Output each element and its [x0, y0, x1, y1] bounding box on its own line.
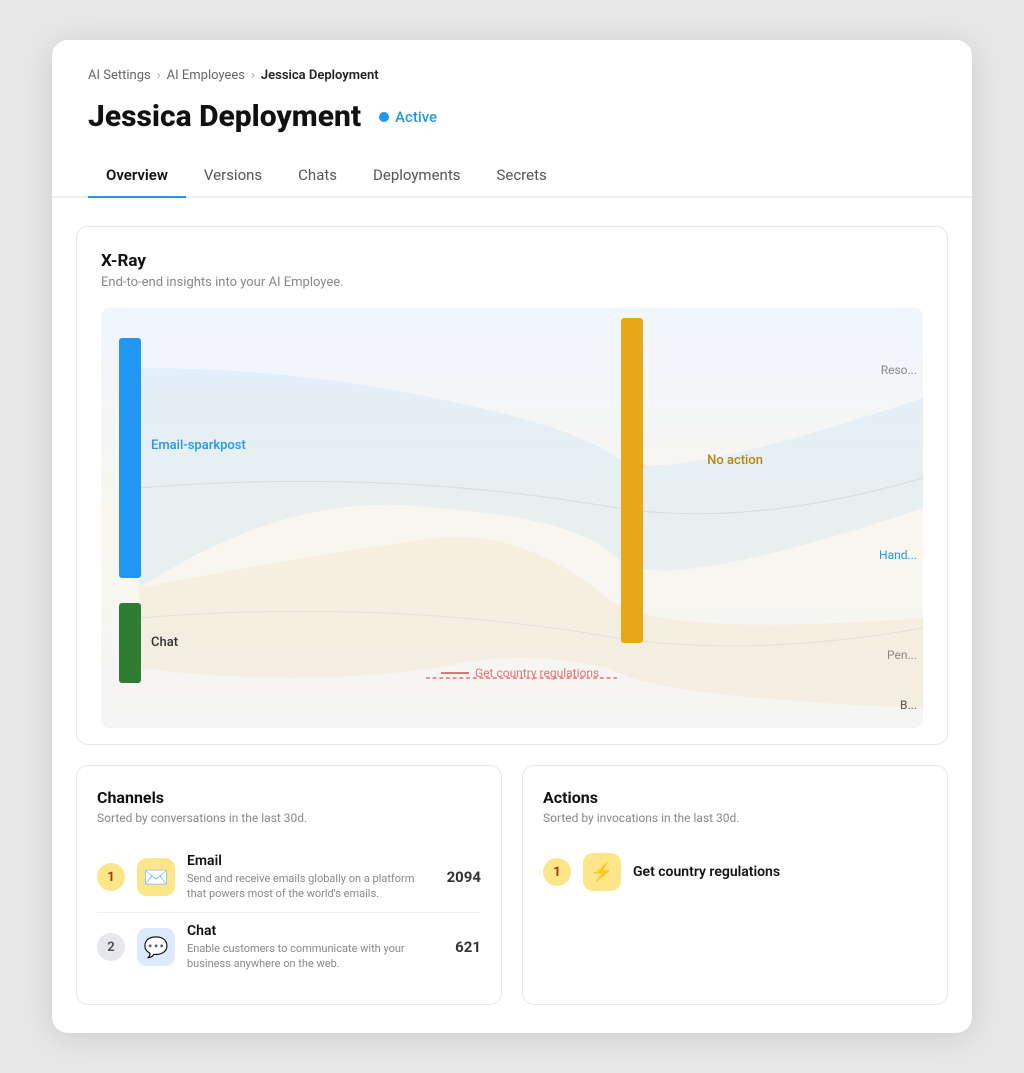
status-badge: Active	[379, 108, 437, 126]
rank-badge-action-1: 1	[543, 858, 571, 886]
bar-label-no-action: No action	[707, 453, 763, 468]
tab-chats[interactable]: Chats	[280, 158, 355, 198]
right-label-pen: Pen...	[887, 648, 917, 662]
status-label: Active	[395, 108, 437, 126]
channel-email-name: Email	[187, 853, 435, 869]
rank-badge-chat: 2	[97, 933, 125, 961]
channel-email-info: Email Send and receive emails globally o…	[187, 853, 435, 902]
channel-icon-chat: 💬	[137, 928, 175, 966]
channel-email-item: 1 ✉️ Email Send and receive emails globa…	[97, 843, 481, 913]
action-get-country: 1 ⚡ Get country regulations	[543, 843, 927, 901]
bar-chat	[119, 603, 141, 683]
channel-chat-info: Chat Enable customers to communicate wit…	[187, 923, 443, 972]
xray-chart-svg	[101, 308, 923, 728]
page-header: Jessica Deployment Active	[52, 93, 972, 134]
channels-subtitle: Sorted by conversations in the last 30d.	[97, 811, 481, 825]
tab-versions[interactable]: Versions	[186, 158, 280, 198]
status-dot	[379, 112, 389, 122]
channels-card: Channels Sorted by conversations in the …	[76, 765, 502, 1005]
tab-deployments[interactable]: Deployments	[355, 158, 478, 198]
bar-no-action	[621, 318, 643, 643]
channel-email-count: 2094	[447, 868, 481, 886]
action-get-country-name: Get country regulations	[633, 864, 780, 880]
rank-badge-email: 1	[97, 863, 125, 891]
lightning-icon: ⚡	[591, 862, 613, 883]
page-title: Jessica Deployment	[88, 99, 361, 134]
channel-email-desc: Send and receive emails globally on a pl…	[187, 871, 435, 902]
email-icon: ✉️	[144, 865, 169, 889]
tab-secrets[interactable]: Secrets	[478, 158, 564, 198]
channels-title: Channels	[97, 788, 481, 807]
country-regulations-label: Get country regulations	[441, 666, 599, 680]
breadcrumb: AI Settings › AI Employees › Jessica Dep…	[52, 40, 972, 93]
country-line	[441, 672, 469, 674]
right-label-reso: Reso...	[881, 363, 917, 377]
xray-subtitle: End-to-end insights into your AI Employe…	[101, 275, 923, 290]
channel-icon-email: ✉️	[137, 858, 175, 896]
breadcrumb-current: Jessica Deployment	[261, 68, 379, 83]
bar-email-sparkpost	[119, 338, 141, 578]
chat-icon: 💬	[144, 935, 169, 959]
breadcrumb-ai-employees[interactable]: AI Employees	[167, 68, 245, 83]
tabs-nav: Overview Versions Chats Deployments Secr…	[52, 140, 972, 198]
right-label-b: B...	[900, 698, 917, 712]
bar-label-chat: Chat	[151, 635, 178, 650]
xray-chart: Email-sparkpost Chat No action Get count…	[101, 308, 923, 728]
page-content: X-Ray End-to-end insights into your AI E…	[52, 198, 972, 1033]
channel-chat-desc: Enable customers to communicate with you…	[187, 941, 443, 972]
right-label-hand: Hand...	[879, 548, 917, 562]
channel-chat-name: Chat	[187, 923, 443, 939]
action-icon-lightning: ⚡	[583, 853, 621, 891]
xray-card: X-Ray End-to-end insights into your AI E…	[76, 226, 948, 745]
main-window: AI Settings › AI Employees › Jessica Dep…	[52, 40, 972, 1033]
bar-label-email: Email-sparkpost	[151, 438, 246, 453]
breadcrumb-sep-1: ›	[157, 68, 161, 83]
channel-chat-item: 2 💬 Chat Enable customers to communicate…	[97, 913, 481, 982]
country-regulations-text: Get country regulations	[475, 666, 599, 680]
breadcrumb-sep-2: ›	[251, 68, 255, 83]
channel-chat-count: 621	[455, 938, 481, 956]
actions-subtitle: Sorted by invocations in the last 30d.	[543, 811, 927, 825]
actions-card: Actions Sorted by invocations in the las…	[522, 765, 948, 1005]
xray-title: X-Ray	[101, 251, 923, 271]
actions-title: Actions	[543, 788, 927, 807]
tab-overview[interactable]: Overview	[88, 158, 186, 198]
breadcrumb-ai-settings[interactable]: AI Settings	[88, 68, 151, 83]
bottom-row: Channels Sorted by conversations in the …	[76, 765, 948, 1005]
